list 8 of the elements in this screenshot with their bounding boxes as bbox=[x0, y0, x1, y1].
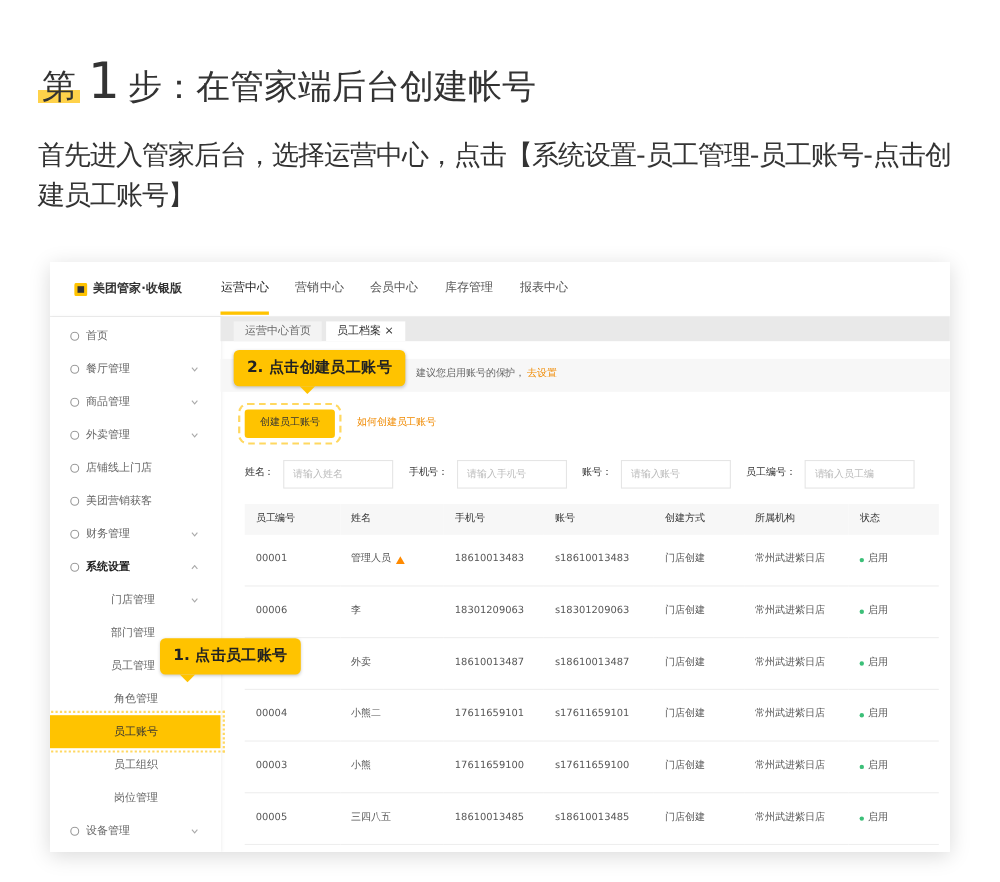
status-dot bbox=[859, 661, 864, 666]
status-dot bbox=[859, 816, 864, 821]
status-dot bbox=[859, 764, 864, 770]
status-dot bbox=[859, 713, 864, 718]
logo-icon bbox=[74, 282, 88, 296]
status-dot bbox=[859, 557, 864, 563]
instruction-text: 首先进入管家后台，选择运营中心，点击【系统设置-员工管理-员工账号-点击创建员工账号】 bbox=[38, 139, 953, 216]
status-dot bbox=[859, 609, 864, 614]
